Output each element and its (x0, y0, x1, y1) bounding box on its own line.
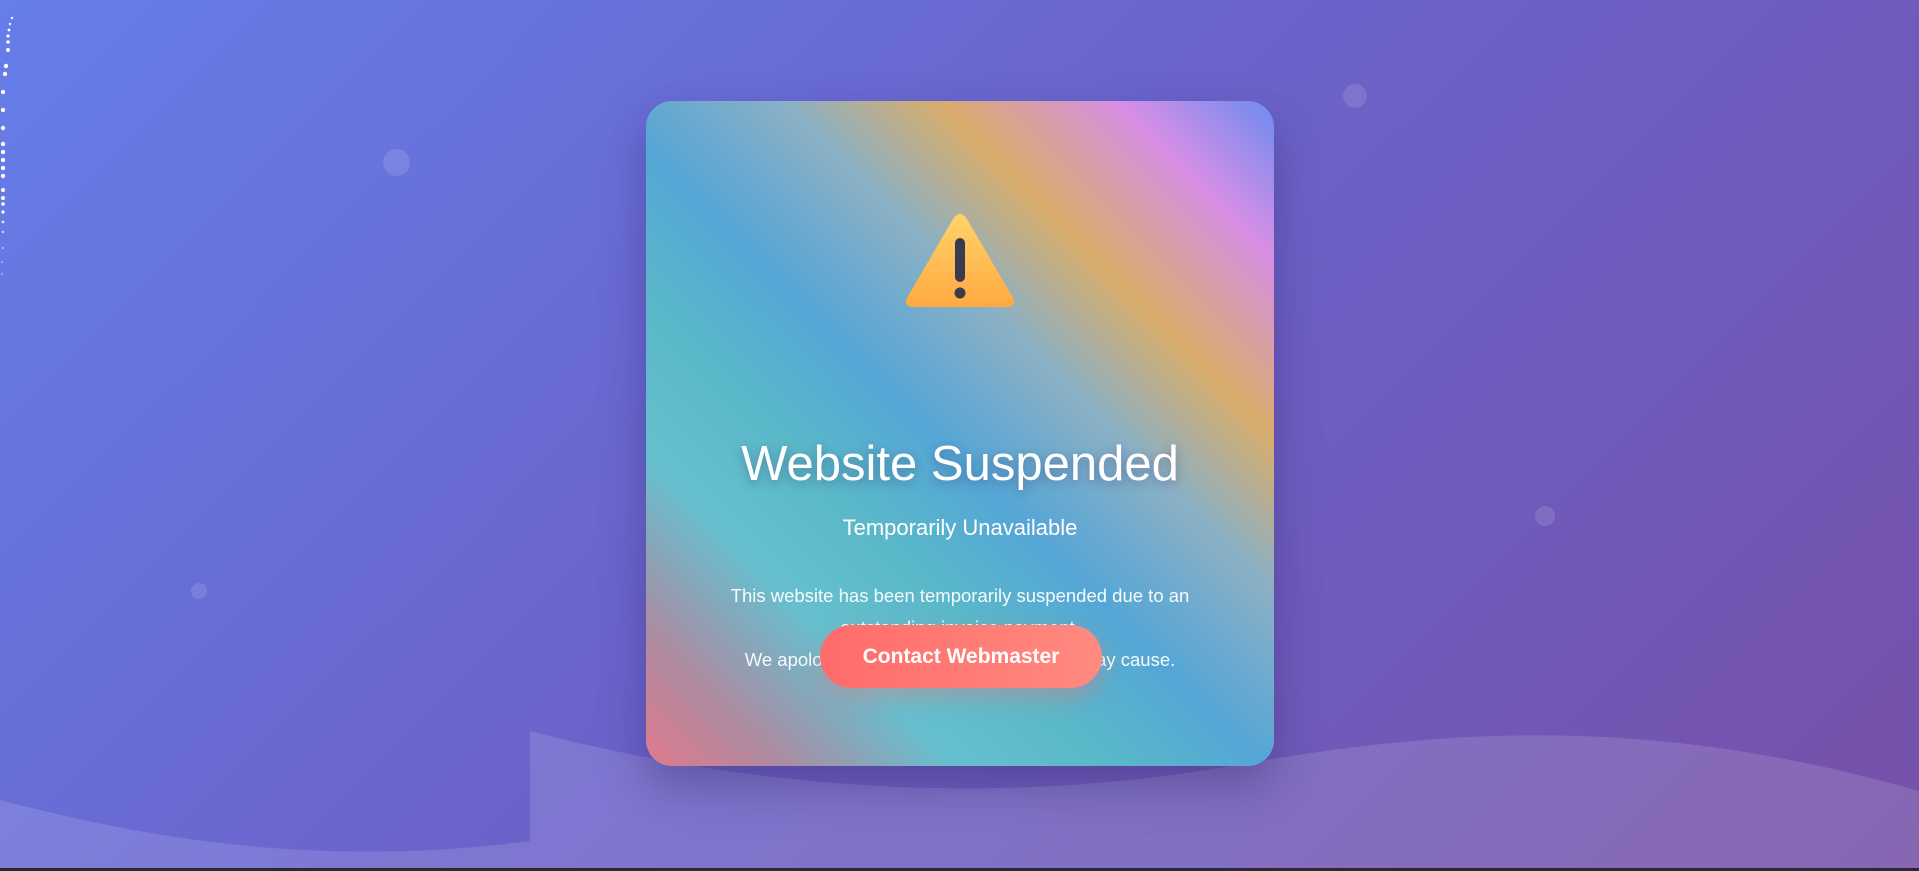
decorative-dot-trail (0, 16, 14, 275)
decorative-bubble (1343, 84, 1367, 108)
suspension-card: Website Suspended Temporarily Unavailabl… (646, 101, 1274, 766)
suspended-page: Website Suspended Temporarily Unavailabl… (0, 0, 1919, 871)
decorative-bubble (1535, 506, 1555, 526)
page-title: Website Suspended (741, 437, 1179, 491)
contact-webmaster-button[interactable]: Contact Webmaster (820, 625, 1102, 688)
decorative-bubble (191, 583, 207, 599)
warning-triangle-icon (905, 214, 1015, 307)
decorative-bubble (383, 149, 410, 176)
page-subtitle: Temporarily Unavailable (842, 515, 1078, 540)
